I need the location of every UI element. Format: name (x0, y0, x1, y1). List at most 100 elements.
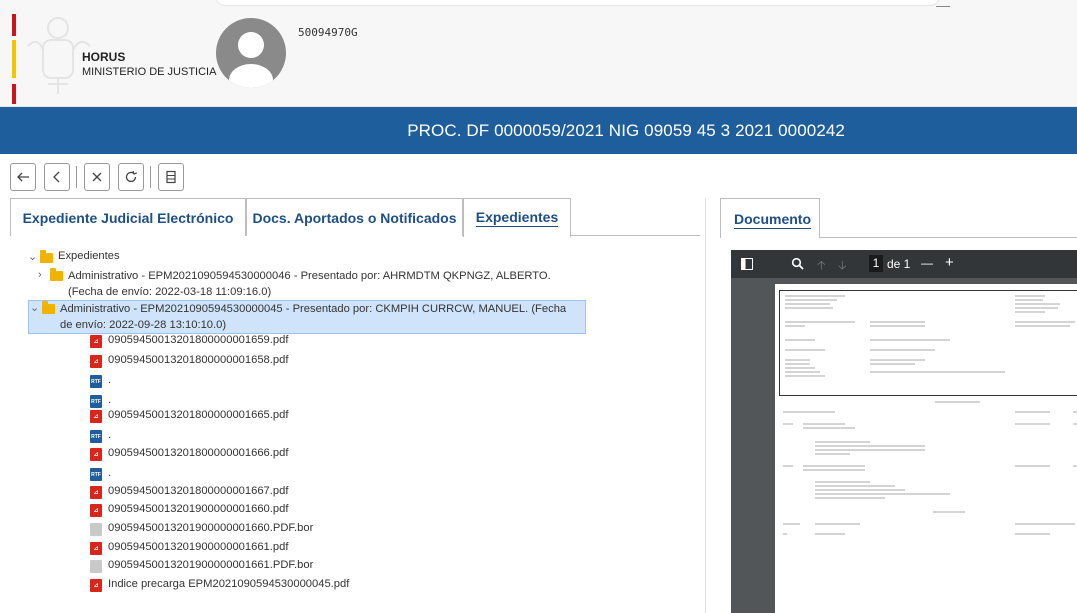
rtf-icon: RTF (90, 395, 102, 408)
file-name: . (108, 374, 112, 386)
pdf-icon: ⊿ (90, 448, 102, 461)
panel-divider (705, 198, 706, 613)
chevron-right-icon[interactable]: › (38, 268, 50, 282)
tree-item-label: Administrativo - EPM2021090594530000046 … (68, 270, 551, 298)
chevron-down-icon[interactable]: ⌄ (30, 301, 42, 315)
pdf-icon: ⊿ (90, 486, 102, 499)
rtf-icon: RTF (90, 468, 102, 481)
arrow-up-icon[interactable]: 🡡 (817, 256, 826, 277)
app-root: HORUS MINISTERIO DE JUSTICIA 50094970G P… (0, 0, 1077, 613)
minimize-icon[interactable] (936, 6, 950, 7)
file-item[interactable]: 09059450013201900000001660.PDF.bor (90, 522, 313, 539)
pdf-icon: ⊿ (90, 335, 102, 348)
file-name: 09059450013201900000001660.pdf (108, 503, 289, 515)
file-name: 09059450013201900000001661.PDF.bor (108, 559, 314, 571)
user-id: 50094970G (298, 26, 358, 39)
file-item[interactable]: ⊿ Indice precarga EPM2021090594530000045… (90, 578, 349, 595)
flag-stripe-red-bottom (12, 84, 16, 104)
tab-label: Documento (734, 211, 811, 229)
close-button[interactable] (84, 163, 110, 191)
tab-documento[interactable]: Documento (720, 198, 820, 238)
pdf-page-text-lines (783, 295, 1077, 535)
tab-underline (820, 237, 1077, 238)
file-name: 09059450013201900000001660.PDF.bor (108, 522, 314, 534)
file-item[interactable]: 09059450013201900000001661.PDF.bor (90, 559, 313, 576)
folder-icon (42, 301, 55, 314)
user-avatar-icon[interactable] (216, 18, 286, 88)
zoom-in-button[interactable]: + (945, 254, 954, 271)
tab-label: Expediente Judicial Electrónico (22, 209, 234, 226)
file-name: Indice precarga EPM2021090594530000045.p… (108, 578, 350, 590)
generic-file-icon (90, 560, 102, 573)
page-number-input[interactable]: 1 (869, 255, 883, 272)
refresh-icon (125, 170, 138, 183)
search-icon[interactable] (791, 257, 804, 270)
tree-item-label: Administrativo - EPM2021090594530000045 … (60, 303, 567, 331)
org-name: HORUS (82, 50, 126, 64)
pdf-page (775, 284, 1077, 613)
chevron-left-icon (53, 171, 60, 183)
file-item[interactable]: ⊿ 09059450013201800000001665.pdf (90, 409, 288, 426)
toolbar-divider (76, 166, 77, 188)
rtf-icon: RTF (90, 430, 102, 443)
generic-file-icon (90, 523, 102, 536)
file-name: 09059450013201800000001658.pdf (108, 354, 289, 366)
tab-docs-aportados[interactable]: Docs. Aportados o Notificados (246, 198, 463, 236)
file-name: 09059450013201800000001659.pdf (108, 334, 289, 346)
case-banner: PROC. DF 0000059/2021 NIG 09059 45 3 202… (0, 107, 1077, 154)
top-search-bar[interactable] (215, 0, 940, 6)
toolbar-divider (150, 166, 151, 188)
back-arrow-button[interactable] (10, 163, 36, 191)
file-item[interactable]: ⊿ 09059450013201800000001667.pdf (90, 485, 288, 502)
arrow-down-icon[interactable]: 🡣 (838, 256, 847, 277)
document-list-icon (166, 170, 176, 184)
expediente-tabs: Expediente Judicial Electrónico Docs. Ap… (10, 198, 700, 237)
tab-label: Expedientes (475, 209, 559, 227)
back-arrow-icon (17, 172, 29, 182)
app-header: HORUS MINISTERIO DE JUSTICIA 50094970G (0, 0, 1077, 107)
file-item[interactable]: RTF . (90, 374, 111, 391)
tab-expedientes[interactable]: Expedientes (463, 198, 571, 237)
close-x-icon (92, 172, 102, 182)
file-name: . (108, 429, 112, 441)
file-item[interactable]: ⊿ 09059450013201800000001658.pdf (90, 354, 288, 371)
previous-button[interactable] (44, 163, 70, 191)
refresh-button[interactable] (118, 163, 144, 191)
file-item[interactable]: RTF . (90, 467, 111, 484)
tree-item-expediente-45[interactable]: ⌄ Administrativo - EPM202109059453000004… (28, 300, 586, 334)
ministry-name: MINISTERIO DE JUSTICIA (82, 66, 217, 78)
pdf-icon: ⊿ (90, 579, 102, 592)
tab-label: Docs. Aportados o Notificados (252, 209, 457, 226)
file-item[interactable]: RTF . (90, 429, 111, 446)
pdf-icon: ⊿ (90, 355, 102, 368)
pdf-viewer[interactable]: 🡡 🡣 1 de 1 — + (731, 250, 1077, 613)
file-item[interactable]: ⊿ 09059450013201900000001661.pdf (90, 541, 288, 558)
pdf-icon: ⊿ (90, 410, 102, 423)
page-count: de 1 (887, 257, 911, 271)
pdf-icon: ⊿ (90, 542, 102, 555)
file-name: . (108, 467, 112, 479)
tree-root[interactable]: ⌄ Expedientes (28, 250, 120, 267)
tree-item-expediente-46[interactable]: › Administrativo - EPM202109059453000004… (38, 268, 598, 302)
tab-expediente-judicial[interactable]: Expediente Judicial Electrónico (10, 198, 246, 236)
folder-icon (40, 250, 53, 263)
folder-icon (50, 268, 63, 281)
zoom-out-button[interactable]: — (921, 256, 933, 270)
file-item[interactable]: ⊿ 09059450013201800000001666.pdf (90, 447, 288, 464)
file-name: 09059450013201800000001665.pdf (108, 409, 289, 421)
file-name: 09059450013201800000001667.pdf (108, 485, 289, 497)
pdf-toolbar: 🡡 🡣 1 de 1 — + (731, 250, 1077, 278)
file-item[interactable]: ⊿ 09059450013201900000001660.pdf (90, 503, 288, 520)
document-list-button[interactable] (158, 163, 184, 191)
file-name: 09059450013201900000001661.pdf (108, 541, 289, 553)
tree-root-label: Expedientes (58, 250, 120, 262)
pdf-icon: ⊿ (90, 504, 102, 517)
sidebar-toggle-icon[interactable] (741, 258, 753, 270)
chevron-down-icon[interactable]: ⌄ (28, 250, 40, 264)
rtf-icon: RTF (90, 375, 102, 388)
file-name: . (108, 394, 112, 406)
case-title: PROC. DF 0000059/2021 NIG 09059 45 3 202… (407, 121, 845, 140)
flag-stripe-yellow (12, 40, 16, 78)
flag-stripe-red (12, 14, 16, 36)
file-item[interactable]: ⊿ 09059450013201800000001659.pdf (90, 334, 288, 351)
